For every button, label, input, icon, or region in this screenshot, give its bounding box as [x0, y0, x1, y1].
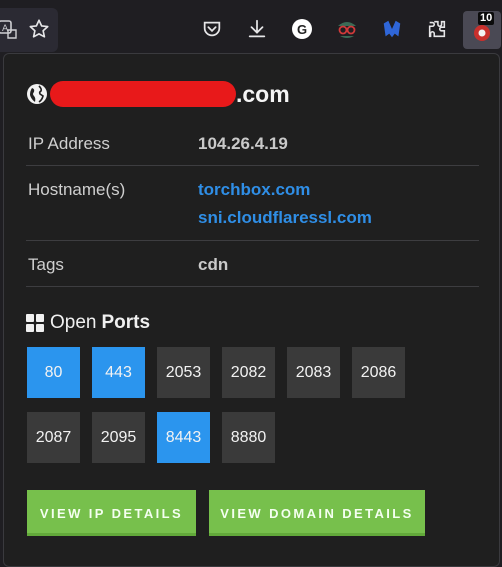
extensions-puzzle-icon[interactable]	[422, 14, 452, 44]
hostname-heading: .com	[26, 78, 290, 110]
translate-icon[interactable]: A	[0, 14, 22, 44]
port-2087[interactable]: 2087	[27, 412, 80, 463]
extension-badge: 10	[478, 12, 495, 25]
spy-extension-icon[interactable]	[332, 14, 362, 44]
domain-suffix: .com	[236, 80, 290, 107]
port-2053[interactable]: 2053	[157, 347, 210, 398]
port-8443[interactable]: 8443	[157, 412, 210, 463]
bookmark-star-icon[interactable]	[24, 14, 54, 44]
tag-value: cdn	[198, 255, 229, 274]
ports-title-prefix: Open	[50, 312, 97, 333]
pocket-icon[interactable]	[197, 14, 227, 44]
view-ip-details-button[interactable]: VIEW IP DETAILS	[27, 490, 196, 536]
download-icon[interactable]	[242, 14, 272, 44]
tags-label: Tags	[28, 255, 64, 274]
ports-title-bold: Ports	[101, 312, 151, 333]
malwarebytes-icon[interactable]	[377, 14, 407, 44]
divider	[26, 165, 479, 166]
globe-icon	[27, 84, 47, 104]
port-2082[interactable]: 2082	[222, 347, 275, 398]
divider	[26, 240, 479, 241]
hostnames-label: Hostname(s)	[28, 180, 126, 199]
port-2095[interactable]: 2095	[92, 412, 145, 463]
open-ports-heading: Open Ports	[26, 312, 150, 334]
port-443[interactable]: 443	[92, 347, 145, 398]
grammarly-letter: G	[296, 21, 308, 37]
view-domain-details-button[interactable]: VIEW DOMAIN DETAILS	[209, 490, 425, 536]
ip-address-value: 104.26.4.19	[198, 134, 288, 153]
address-bar-end: A	[0, 8, 58, 52]
port-80[interactable]: 80	[27, 347, 80, 398]
hostname-link[interactable]: torchbox.com	[198, 180, 310, 200]
ip-address-label: IP Address	[28, 134, 110, 153]
th-large-icon	[26, 314, 44, 332]
hostname-link[interactable]: sni.cloudflaressl.com	[198, 208, 372, 228]
divider	[26, 286, 479, 287]
shodan-popup: .com IP Address 104.26.4.19 Hostname(s) …	[3, 53, 500, 567]
browser-toolbar: A G 10	[0, 0, 502, 58]
grammarly-icon[interactable]: G	[287, 14, 317, 44]
port-8880[interactable]: 8880	[222, 412, 275, 463]
port-2086[interactable]: 2086	[352, 347, 405, 398]
port-2083[interactable]: 2083	[287, 347, 340, 398]
redacted-domain	[50, 81, 236, 107]
